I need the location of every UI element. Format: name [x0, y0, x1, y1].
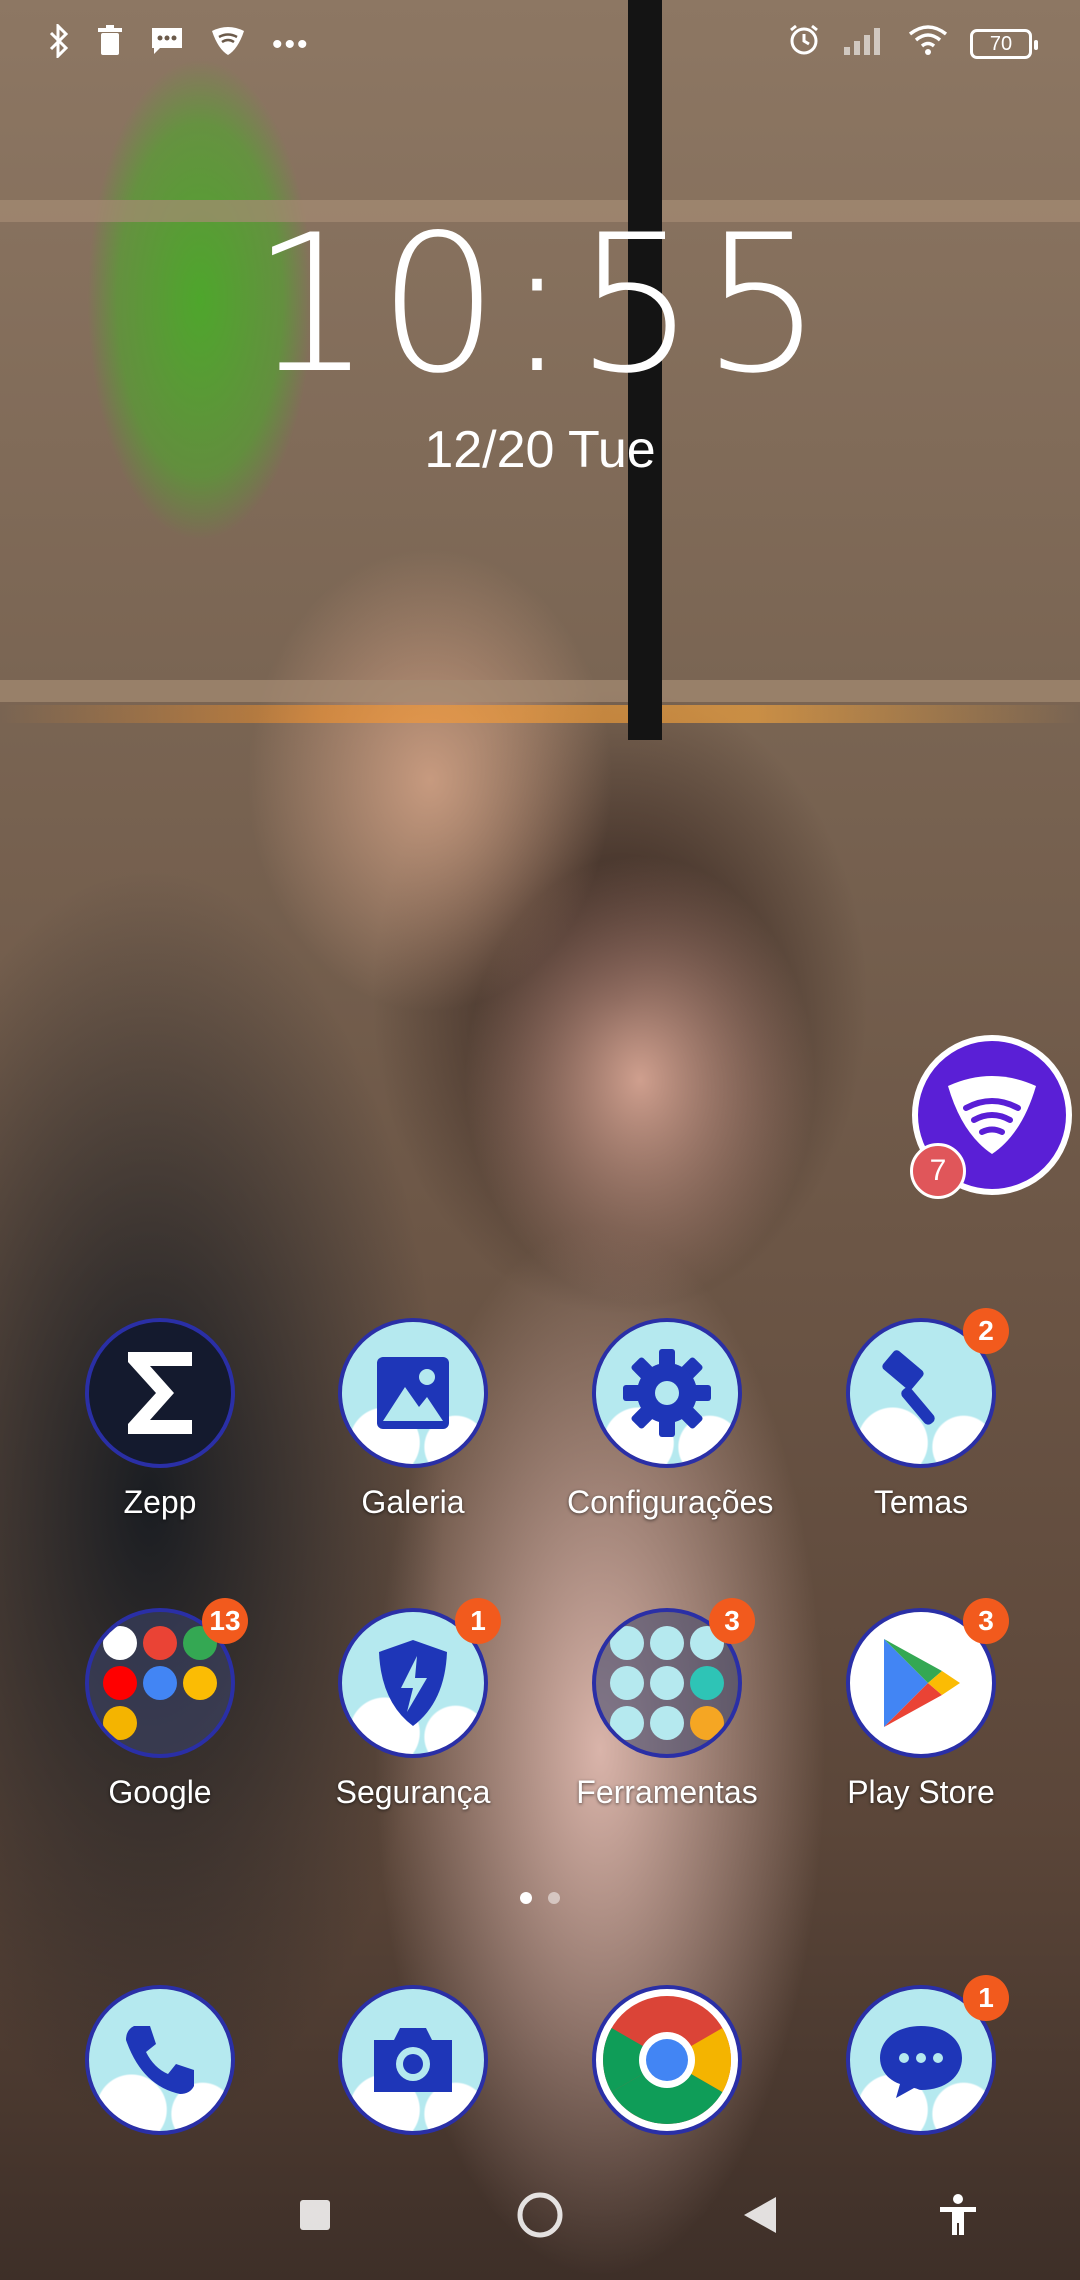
gmail-icon [143, 1626, 177, 1660]
shield-wifi-icon [210, 25, 246, 65]
app-label: Zepp [123, 1484, 197, 1520]
contacts-icon [610, 1626, 644, 1660]
wifi-icon [908, 24, 948, 64]
page-dot [520, 1892, 532, 1904]
drive-icon [183, 1666, 217, 1700]
zepp-icon [85, 1318, 235, 1468]
app-temas[interactable]: 2 Temas [821, 1308, 1021, 1521]
notification-badge: 3 [963, 1598, 1009, 1644]
app-label: Configurações [567, 1484, 774, 1520]
clock-date: 12/20 Tue [0, 420, 1080, 480]
accessibility-icon [940, 2194, 976, 2235]
dock-chrome[interactable] [567, 1985, 767, 2135]
notification-badge: 2 [963, 1308, 1009, 1354]
more-icon: ••• [272, 28, 310, 61]
navigation-bar [0, 2170, 1080, 2260]
app-label: Ferramentas [576, 1774, 758, 1810]
people-icon [650, 1666, 684, 1700]
app-label: Temas [873, 1484, 969, 1520]
dock-messages[interactable]: 1 [821, 1975, 1021, 2135]
wallpaper-shelf [0, 680, 1080, 702]
date-text: 12/20 [424, 421, 555, 479]
google-icon [103, 1626, 137, 1660]
recents-button[interactable] [285, 2185, 345, 2245]
folder-google[interactable]: 13 Google [60, 1598, 260, 1811]
app-seguranca[interactable]: 1 Segurança [313, 1598, 513, 1811]
notification-badge: 1 [455, 1598, 501, 1644]
home-button[interactable] [510, 2185, 570, 2245]
youtube-icon [103, 1666, 137, 1700]
alarm-icon [788, 24, 820, 64]
app-label: Segurança [335, 1774, 491, 1810]
notification-badge: 1 [963, 1975, 1009, 2021]
notes-icon [690, 1706, 724, 1740]
triangle-back-icon [744, 2197, 776, 2233]
message-icon [150, 26, 184, 64]
status-bar: ••• 70 [0, 0, 1080, 90]
app-galeria[interactable]: Galeria [313, 1318, 513, 1521]
notification-badge: 3 [709, 1598, 755, 1644]
notification-badge: 13 [202, 1598, 248, 1644]
scanner-icon [690, 1666, 724, 1700]
page-indicator[interactable] [0, 1892, 1080, 1904]
trash-icon [96, 25, 124, 65]
folder-ferramentas[interactable]: 3 Ferramentas [567, 1598, 767, 1811]
circle-icon [517, 2192, 563, 2238]
camera-icon [338, 1985, 488, 2135]
phone-icon [85, 1985, 235, 2135]
square-icon [300, 2200, 330, 2230]
page-dot [548, 1892, 560, 1904]
signal-icon [842, 25, 886, 63]
app-configuracoes[interactable]: Configurações [567, 1318, 774, 1521]
gear-icon [592, 1318, 742, 1468]
gallery-icon [338, 1318, 488, 1468]
weekday-text: Tue [567, 421, 656, 479]
photos-icon [103, 1706, 137, 1740]
app-play-store[interactable]: 3 Play Store [821, 1598, 1021, 1811]
floating-badge: 7 [910, 1143, 966, 1199]
dock-camera[interactable] [313, 1985, 513, 2135]
download-icon [610, 1706, 644, 1740]
bluetooth-icon [48, 22, 70, 66]
wallpaper-shelf-light [0, 705, 1080, 723]
back-button[interactable] [730, 2185, 790, 2245]
app-label: Google [108, 1774, 212, 1810]
clean-icon [650, 1706, 684, 1740]
calculator-icon [650, 1626, 684, 1660]
dock-phone[interactable] [60, 1985, 260, 2135]
recorder-icon [610, 1666, 644, 1700]
app-label: Galeria [361, 1484, 465, 1520]
accessibility-button[interactable] [928, 2185, 988, 2245]
chrome-icon [592, 1985, 742, 2135]
battery-indicator: 70 [970, 29, 1038, 59]
translate-icon [143, 1666, 177, 1700]
clock-time[interactable]: 10:55 [0, 210, 1080, 400]
shield-wifi-icon [948, 1076, 1036, 1154]
app-zepp[interactable]: Zepp [60, 1318, 260, 1521]
app-label: Play Store [847, 1774, 995, 1810]
